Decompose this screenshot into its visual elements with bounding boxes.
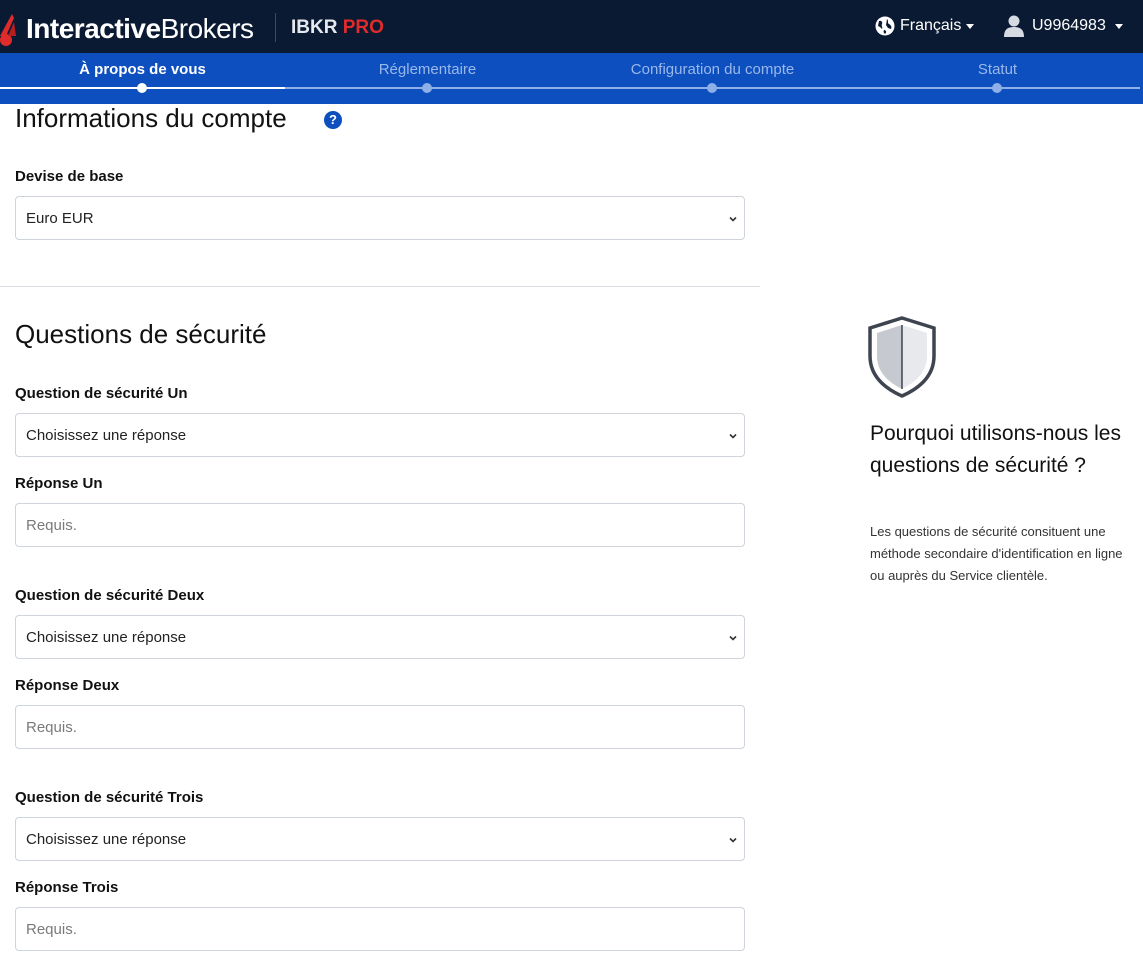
ib-logo-icon xyxy=(0,14,16,46)
security-info-text: Les questions de sécurité consituent une… xyxy=(870,524,1123,583)
security-question-three-label: Question de sécurité Trois xyxy=(15,789,204,806)
step-dot-regulatory xyxy=(422,83,432,93)
logo-text-bold: Interactive xyxy=(26,13,161,44)
answer-two-label: Réponse Deux xyxy=(15,677,120,694)
language-dropdown[interactable]: Français xyxy=(875,15,975,37)
user-icon xyxy=(1004,15,1024,37)
security-question-one-select[interactable]: Choisissez une réponse xyxy=(15,413,745,457)
top-navbar: InteractiveBrokers IBKR PRO Français U99… xyxy=(0,0,1143,53)
product-name-ibkr: IBKR xyxy=(291,17,338,38)
answer-two-field[interactable] xyxy=(15,705,745,749)
answer-one-label: Réponse Un xyxy=(15,475,103,492)
chevron-down-icon xyxy=(729,635,737,641)
answer-three-label: Réponse Trois xyxy=(15,879,119,896)
chevron-down-icon xyxy=(729,216,737,222)
caret-down-icon xyxy=(966,23,975,29)
security-question-one-value: Choisissez une réponse xyxy=(26,426,187,444)
logo-text-light: Brokers xyxy=(160,13,254,44)
security-question-two-value: Choisissez une réponse xyxy=(26,628,187,646)
step-account-configuration[interactable]: Configuration du compte xyxy=(570,61,855,78)
security-question-two-select[interactable]: Choisissez une réponse xyxy=(15,615,745,659)
step-about-you[interactable]: À propos de vous xyxy=(0,61,285,78)
security-question-three-select[interactable]: Choisissez une réponse xyxy=(15,817,745,861)
answer-one-field[interactable] xyxy=(15,503,745,547)
user-id-label: U9964983 xyxy=(1032,17,1106,34)
answer-three-input[interactable] xyxy=(26,920,734,938)
answer-two-input[interactable] xyxy=(26,718,734,736)
security-questions-title: Questions de sécurité xyxy=(15,319,267,349)
language-label: Français xyxy=(900,17,962,34)
product-name: IBKR PRO xyxy=(291,17,384,39)
base-currency-select[interactable]: Euro EUR xyxy=(15,196,745,240)
caret-down-icon xyxy=(1114,23,1123,29)
section-divider xyxy=(0,286,760,287)
security-question-one-label: Question de sécurité Un xyxy=(15,385,188,402)
help-icon[interactable]: ? xyxy=(324,111,342,129)
answer-three-field[interactable] xyxy=(15,907,745,951)
base-currency-label: Devise de base xyxy=(15,168,124,185)
step-dot-about-you xyxy=(137,83,147,93)
step-regulatory[interactable]: Réglementaire xyxy=(285,61,570,78)
security-question-three-value: Choisissez une réponse xyxy=(26,830,187,848)
answer-one-input[interactable] xyxy=(26,516,734,534)
security-info-title: Pourquoi utilisons-nous les questions de… xyxy=(870,422,1121,477)
chevron-down-icon xyxy=(729,837,737,843)
account-info-title: Informations du compte xyxy=(15,103,287,133)
step-dot-status xyxy=(992,83,1002,93)
shield-icon xyxy=(868,316,936,398)
product-name-pro: PRO xyxy=(342,17,384,38)
step-dot-account-configuration xyxy=(707,83,717,93)
header-divider xyxy=(275,13,276,42)
base-currency-value: Euro EUR xyxy=(26,209,94,227)
security-question-two-label: Question de sécurité Deux xyxy=(15,587,205,604)
interactive-brokers-logo[interactable]: InteractiveBrokers xyxy=(0,9,254,49)
globe-icon xyxy=(875,16,895,36)
step-status[interactable]: Statut xyxy=(855,61,1140,78)
user-menu-dropdown[interactable]: U9964983 xyxy=(1004,14,1123,38)
chevron-down-icon xyxy=(729,433,737,439)
